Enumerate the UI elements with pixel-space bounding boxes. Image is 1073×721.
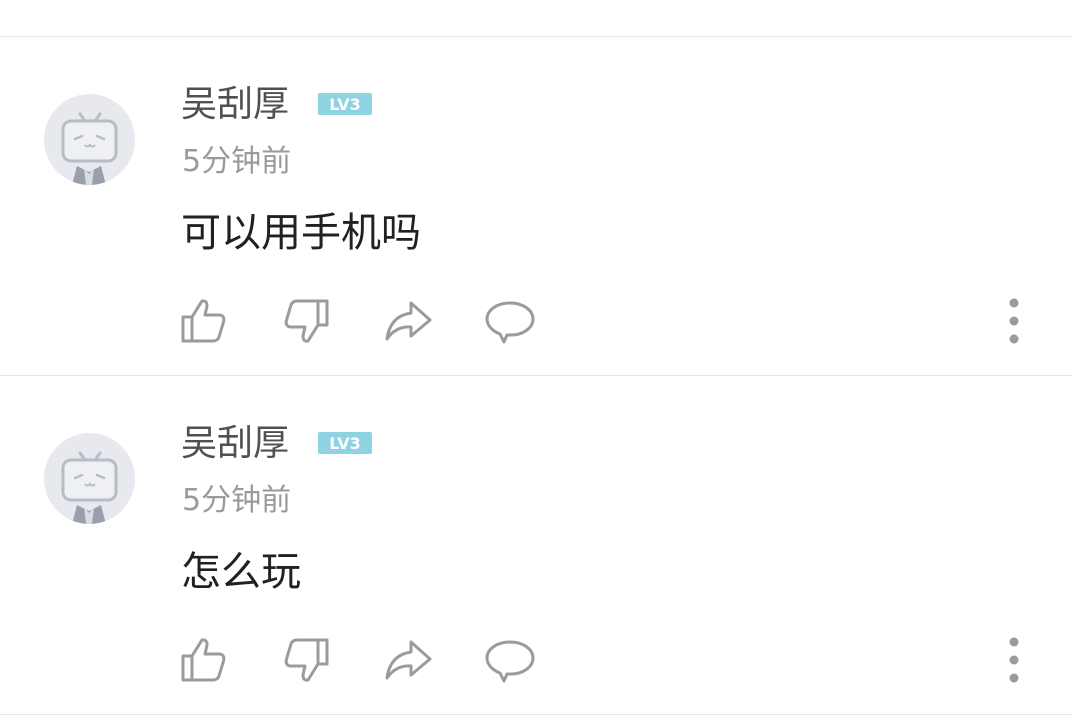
more-vertical-icon <box>1009 298 1019 344</box>
share-button[interactable] <box>382 295 434 347</box>
level-badge-icon: LV3 <box>318 93 372 115</box>
avatar[interactable] <box>44 433 135 524</box>
thumbs-up-icon <box>181 299 226 343</box>
share-icon <box>385 640 432 680</box>
more-vertical-icon <box>1009 637 1019 683</box>
tv-mascot-icon <box>61 451 118 524</box>
more-button[interactable] <box>994 295 1034 347</box>
reply-button[interactable] <box>484 634 536 686</box>
divider-bottom <box>0 714 1073 715</box>
comment-time: 5分钟前 <box>182 144 292 179</box>
comment-item: 吴刮厚 LV3 5分钟前 怎么玩 <box>0 376 1073 714</box>
share-icon <box>385 301 432 341</box>
more-button[interactable] <box>994 634 1034 686</box>
tv-mascot-icon <box>61 112 118 185</box>
reply-button[interactable] <box>484 295 536 347</box>
level-badge-icon: LV3 <box>318 432 372 454</box>
dislike-button[interactable] <box>280 295 332 347</box>
username[interactable]: 吴刮厚 <box>181 422 289 466</box>
comment-bubble-icon <box>485 640 535 683</box>
thumbs-up-icon <box>181 638 226 682</box>
thumbs-down-icon <box>284 638 329 682</box>
comment-text: 可以用手机吗 <box>181 210 421 256</box>
thumbs-down-icon <box>284 299 329 343</box>
level-label: LV3 <box>329 434 361 453</box>
avatar[interactable] <box>44 94 135 185</box>
comment-text: 怎么玩 <box>181 549 301 595</box>
dislike-button[interactable] <box>280 634 332 686</box>
like-button[interactable] <box>178 295 230 347</box>
username[interactable]: 吴刮厚 <box>181 83 289 127</box>
comment-time: 5分钟前 <box>182 483 292 518</box>
share-button[interactable] <box>382 634 434 686</box>
comment-bubble-icon <box>485 301 535 344</box>
level-label: LV3 <box>329 95 361 114</box>
like-button[interactable] <box>178 634 230 686</box>
comment-item: 吴刮厚 LV3 5分钟前 可以用手机吗 <box>0 37 1073 375</box>
